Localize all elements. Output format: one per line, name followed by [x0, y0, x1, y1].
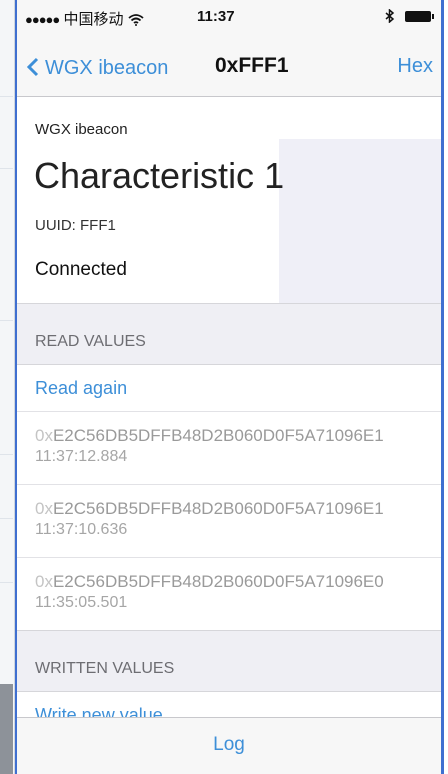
phone-screen: ●●●●● 中国移动 11:37 WGX ibeacon 0xFFF1 Hex …	[15, 0, 444, 774]
strip-divider	[0, 582, 13, 583]
read-value-hex: 0xE2C56DB5DFFB48D2B060D0F5A71096E0	[35, 572, 384, 592]
background-window-strip	[0, 0, 15, 774]
status-right-group	[385, 7, 434, 24]
navigation-bar: WGX ibeacon 0xFFF1 Hex	[17, 34, 441, 97]
read-value-timestamp: 11:37:10.636	[35, 521, 128, 538]
read-value-row[interactable]: 0xE2C56DB5DFFB48D2B060D0F5A71096E0 11:35…	[17, 557, 441, 630]
strip-divider	[0, 320, 13, 321]
device-name: WGX ibeacon	[35, 121, 128, 138]
hex-button[interactable]: Hex	[397, 55, 433, 78]
read-again-button[interactable]: Read again	[17, 364, 441, 411]
log-button[interactable]: Log	[17, 734, 441, 756]
hex-prefix: 0x	[35, 499, 53, 518]
nav-title: 0xFFF1	[215, 54, 289, 77]
read-again-label: Read again	[35, 378, 128, 398]
hex-digits: E2C56DB5DFFB48D2B060D0F5A71096E1	[52, 499, 384, 518]
bluetooth-icon	[385, 7, 399, 24]
read-value-hex: 0xE2C56DB5DFFB48D2B060D0F5A71096E1	[35, 499, 384, 519]
wifi-icon	[128, 11, 144, 28]
hex-digits: E2C56DB5DFFB48D2B060D0F5A71096E0	[52, 572, 384, 591]
status-carrier-group: ●●●●● 中国移动	[25, 8, 144, 29]
uuid-label: UUID: FFF1	[35, 217, 116, 234]
header-shade	[279, 139, 441, 303]
read-value-timestamp: 11:35:05.501	[35, 594, 128, 611]
read-value-timestamp: 11:37:12.884	[35, 448, 128, 465]
back-button-label: WGX ibeacon	[45, 57, 169, 79]
signal-strength-icon: ●●●●●	[25, 12, 60, 27]
read-values-header: READ VALUES	[17, 303, 441, 364]
read-value-hex: 0xE2C56DB5DFFB48D2B060D0F5A71096E1	[35, 426, 384, 446]
status-bar: ●●●●● 中国移动 11:37	[17, 0, 441, 34]
carrier-name: 中国移动	[63, 11, 124, 28]
battery-icon	[405, 10, 434, 22]
hex-prefix: 0x	[35, 572, 53, 591]
strip-footer	[0, 684, 13, 774]
hex-prefix: 0x	[35, 426, 53, 445]
strip-divider	[0, 168, 13, 169]
read-values-heading: READ VALUES	[35, 333, 146, 350]
read-value-row[interactable]: 0xE2C56DB5DFFB48D2B060D0F5A71096E1 11:37…	[17, 484, 441, 557]
connection-status: Connected	[35, 259, 127, 280]
written-values-header: WRITTEN VALUES	[17, 630, 441, 691]
written-values-heading: WRITTEN VALUES	[35, 660, 175, 677]
strip-divider	[0, 96, 13, 97]
characteristic-header: WGX ibeacon Characteristic 1 UUID: FFF1 …	[17, 97, 441, 303]
back-button[interactable]: WGX ibeacon	[26, 54, 169, 80]
bottom-toolbar: Log	[17, 717, 441, 774]
characteristic-detail: WGX ibeacon Characteristic 1 UUID: FFF1 …	[17, 97, 441, 718]
chevron-left-icon	[26, 54, 39, 80]
characteristic-title: Characteristic 1	[34, 155, 285, 196]
hex-digits: E2C56DB5DFFB48D2B060D0F5A71096E1	[52, 426, 384, 445]
screen: ●●●●● 中国移动 11:37 WGX ibeacon 0xFFF1 Hex …	[0, 0, 448, 774]
status-time: 11:37	[197, 8, 235, 25]
strip-divider	[0, 518, 13, 519]
strip-divider	[0, 454, 13, 455]
write-new-value-button[interactable]: Write new value	[17, 691, 441, 718]
read-value-row[interactable]: 0xE2C56DB5DFFB48D2B060D0F5A71096E1 11:37…	[17, 411, 441, 484]
